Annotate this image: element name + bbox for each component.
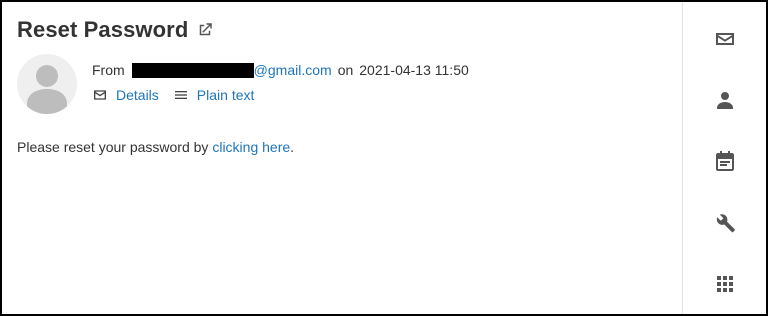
- apps-grid-icon[interactable]: [713, 272, 737, 296]
- plain-text-label: Plain text: [196, 87, 255, 103]
- page-title: Reset Password: [17, 17, 189, 42]
- details-button[interactable]: Details: [92, 87, 159, 103]
- right-rail: [682, 2, 766, 314]
- sender-email-link[interactable]: @gmail.com: [254, 62, 332, 78]
- redacted-sender: [131, 62, 254, 78]
- details-label: Details: [116, 87, 159, 103]
- menu-lines-icon: [173, 87, 189, 103]
- app-frame: Reset Password From @gmail.com on 2021-0…: [0, 0, 768, 316]
- avatar: [17, 54, 77, 114]
- body-before-text: Please reset your password by: [17, 139, 209, 155]
- title-row: Reset Password: [17, 17, 214, 43]
- message-actions: Details Plain text: [92, 87, 469, 103]
- reset-link[interactable]: clicking here: [212, 139, 290, 155]
- person-icon[interactable]: [713, 88, 737, 112]
- email-view: Reset Password From @gmail.com on 2021-0…: [2, 2, 682, 314]
- person-silhouette-icon: [27, 65, 67, 114]
- email-body: Please reset your password by clicking h…: [17, 139, 294, 155]
- from-prefix: From: [92, 62, 125, 78]
- from-line: From @gmail.com on 2021-04-13 11:50: [92, 62, 469, 78]
- mail-icon[interactable]: [713, 27, 737, 51]
- message-meta: From @gmail.com on 2021-04-13 11:50 Deta…: [92, 62, 469, 103]
- plain-text-button[interactable]: Plain text: [173, 87, 255, 103]
- wrench-icon[interactable]: [713, 210, 737, 234]
- on-word: on: [337, 62, 354, 78]
- sent-date: 2021-04-13 11:50: [359, 62, 469, 78]
- envelope-icon: [92, 87, 108, 103]
- calendar-icon[interactable]: [713, 149, 737, 173]
- body-after-text: .: [290, 139, 295, 155]
- external-link-icon[interactable]: [196, 21, 214, 39]
